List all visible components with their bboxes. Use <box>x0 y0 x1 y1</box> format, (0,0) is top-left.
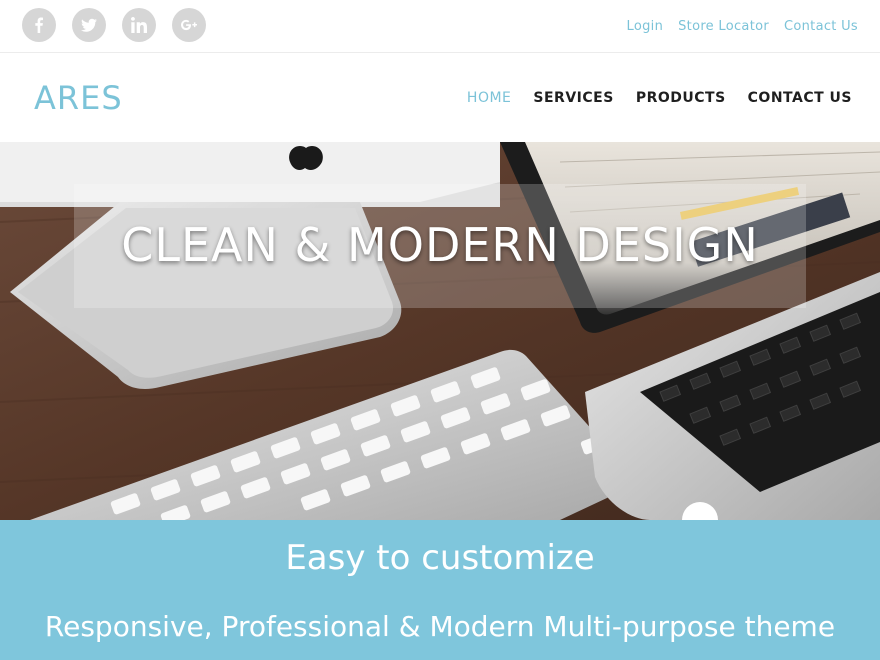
nav-item-home[interactable]: HOME <box>467 90 511 106</box>
hero-title: CLEAN & MODERN DESIGN <box>121 218 759 272</box>
site-header: ARES HOME SERVICES PRODUCTS CONTACT US <box>0 54 880 142</box>
google-plus-icon <box>181 19 197 31</box>
contact-us-top-link[interactable]: Contact Us <box>784 19 858 34</box>
linkedin-icon <box>131 17 147 33</box>
linkedin-button[interactable] <box>122 8 156 42</box>
feature-band: Easy to customize Responsive, Profession… <box>0 520 880 660</box>
social-links <box>22 8 206 42</box>
top-bar: Login Store Locator Contact Us <box>0 0 880 53</box>
top-links: Login Store Locator Contact Us <box>627 19 858 34</box>
band-subtitle: Responsive, Professional & Modern Multi-… <box>44 610 836 643</box>
site-logo[interactable]: ARES <box>34 79 123 117</box>
login-link[interactable]: Login <box>627 19 664 34</box>
facebook-button[interactable] <box>22 8 56 42</box>
nav-item-contact-us[interactable]: CONTACT US <box>748 90 852 106</box>
main-nav: HOME SERVICES PRODUCTS CONTACT US <box>467 90 852 106</box>
facebook-icon <box>35 17 43 33</box>
twitter-icon <box>81 18 97 32</box>
band-title: Easy to customize <box>285 538 595 578</box>
hero-slider: CLEAN & MODERN DESIGN <box>0 142 880 520</box>
nav-item-services[interactable]: SERVICES <box>533 90 613 106</box>
twitter-button[interactable] <box>72 8 106 42</box>
nav-item-products[interactable]: PRODUCTS <box>636 90 726 106</box>
google-plus-button[interactable] <box>172 8 206 42</box>
store-locator-link[interactable]: Store Locator <box>678 19 769 34</box>
